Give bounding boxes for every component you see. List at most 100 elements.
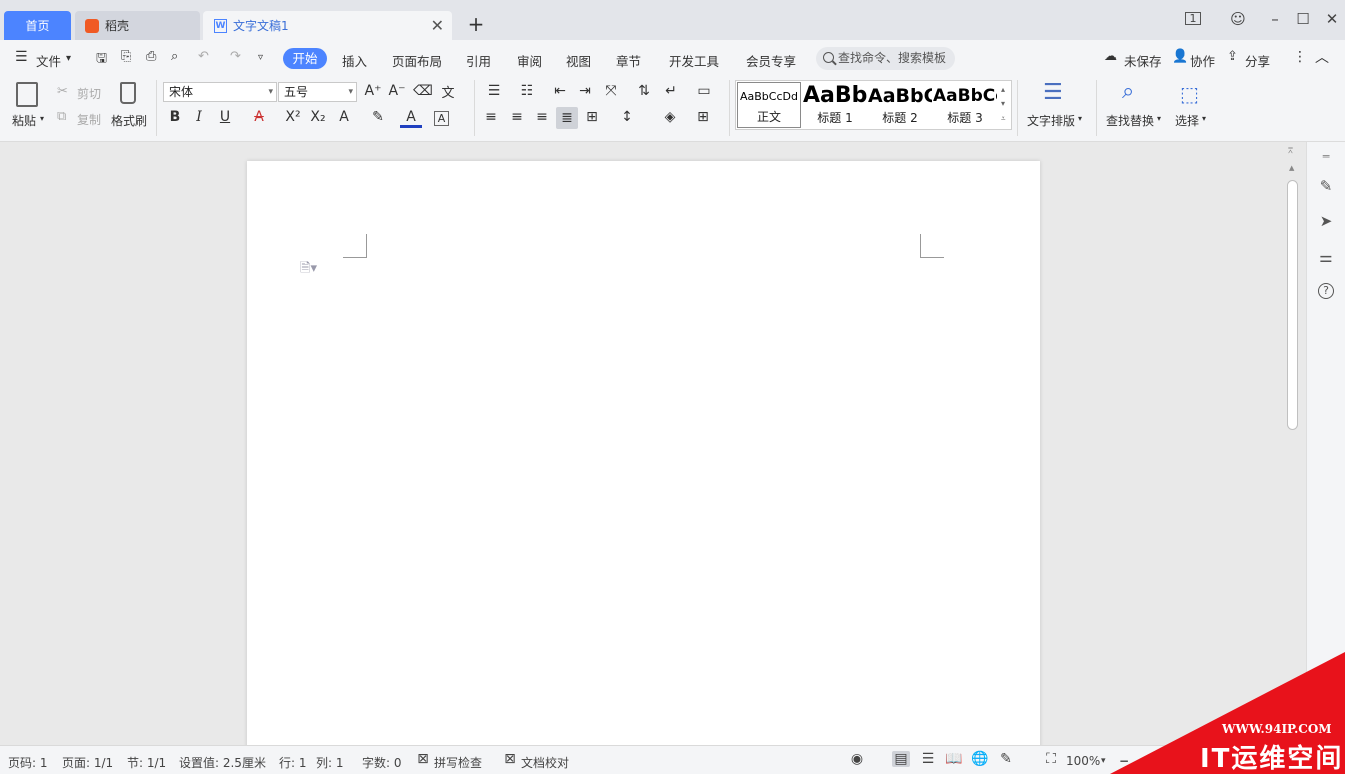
redo-icon[interactable]: ↷ bbox=[230, 49, 241, 64]
scroll-up-icon[interactable]: ▲ bbox=[1289, 164, 1294, 172]
unsaved-status[interactable]: 未保存 bbox=[1124, 51, 1162, 70]
superscript-icon[interactable]: X² bbox=[282, 109, 304, 125]
style-heading-3[interactable]: AaBbCc 标题 3 bbox=[933, 82, 997, 128]
file-menu[interactable]: 文件 bbox=[36, 51, 61, 70]
zoom-dropdown-icon[interactable]: ▾ bbox=[1101, 756, 1106, 766]
close-window-icon[interactable]: ✕ bbox=[1322, 10, 1342, 28]
character-border-icon[interactable]: A bbox=[434, 111, 449, 126]
menu-tab-page-layout[interactable]: 页面布局 bbox=[392, 51, 442, 70]
proofread-button[interactable]: 文档校对 bbox=[521, 754, 569, 771]
font-color-icon[interactable]: A bbox=[400, 109, 422, 128]
help-icon[interactable]: ? bbox=[1318, 283, 1334, 299]
maximize-icon[interactable]: ☐ bbox=[1293, 10, 1313, 28]
status-column[interactable]: 列: 1 bbox=[316, 754, 344, 771]
table-tools-icon[interactable]: ▭ bbox=[693, 83, 715, 99]
borders-icon[interactable]: ⊞ bbox=[692, 109, 714, 125]
menu-tab-review[interactable]: 审阅 bbox=[517, 51, 542, 70]
copy-button[interactable]: 复制 bbox=[77, 111, 101, 128]
sort-icon[interactable]: ⇅ bbox=[633, 83, 655, 99]
scrollbar-thumb[interactable] bbox=[1287, 180, 1298, 430]
strikethrough-icon[interactable]: A bbox=[248, 109, 270, 125]
style-normal[interactable]: AaBbCcDd 正文 bbox=[737, 82, 801, 128]
print-icon[interactable]: ⎙ bbox=[146, 49, 156, 64]
find-replace-dropdown-icon[interactable]: ▾ bbox=[1157, 114, 1161, 123]
text-layout-button[interactable]: 文字排版 bbox=[1027, 112, 1075, 129]
status-word-count[interactable]: 字数: 0 bbox=[362, 754, 402, 771]
menu-tab-developer[interactable]: 开发工具 bbox=[669, 51, 719, 70]
shading-icon[interactable]: ◈ bbox=[659, 109, 681, 125]
file-menu-chevron-icon[interactable]: ▾ bbox=[66, 53, 71, 64]
collapse-ribbon-icon[interactable]: ︿ bbox=[1315, 47, 1329, 67]
window-count-badge[interactable]: 1 bbox=[1185, 12, 1201, 25]
bullet-list-icon[interactable]: ☰ bbox=[483, 83, 505, 99]
tab-home[interactable]: 首页 bbox=[4, 11, 71, 40]
globe-icon[interactable]: 🌐 bbox=[971, 751, 989, 767]
status-section[interactable]: 节: 1/1 bbox=[127, 754, 166, 771]
distribute-icon[interactable]: ⊞ bbox=[581, 109, 603, 125]
tab-daoke[interactable]: 稻壳 bbox=[75, 11, 200, 40]
clear-format-icon[interactable]: ⌫ bbox=[412, 83, 434, 99]
select-button[interactable]: 选择 bbox=[1175, 112, 1199, 129]
font-name-select[interactable]: 宋体 bbox=[163, 82, 277, 102]
page-view-icon[interactable]: ▤ bbox=[892, 751, 910, 767]
paste-button[interactable]: 粘贴 bbox=[12, 112, 36, 129]
print-preview-icon[interactable]: ⌕ bbox=[171, 49, 178, 64]
align-left-icon[interactable]: ≡ bbox=[480, 109, 502, 125]
subscript-icon[interactable]: X₂ bbox=[307, 109, 329, 125]
style-heading-1[interactable]: AaBb 标题 1 bbox=[803, 82, 867, 128]
new-tab-button[interactable]: + bbox=[466, 12, 486, 36]
panel-handle-icon[interactable]: ═ bbox=[1315, 146, 1337, 168]
style-scroll-down-icon[interactable]: ▾ bbox=[1001, 99, 1005, 108]
paste-options-icon[interactable]: 🗎▾ bbox=[300, 259, 317, 281]
text-effect-icon[interactable]: A bbox=[333, 109, 355, 125]
status-setting-value[interactable]: 设置值: 2.5厘米 bbox=[179, 754, 266, 771]
numbered-list-icon[interactable]: ☷ bbox=[516, 83, 538, 99]
increase-indent-icon[interactable]: ⇥ bbox=[574, 83, 596, 99]
document-page[interactable]: 🗎▾ bbox=[247, 161, 1040, 745]
select-dropdown-icon[interactable]: ▾ bbox=[1202, 114, 1206, 123]
menu-tab-view[interactable]: 视图 bbox=[566, 51, 591, 70]
paste-dropdown-icon[interactable]: ▾ bbox=[40, 114, 44, 123]
select-cursor-icon[interactable]: ⬚ bbox=[1180, 82, 1199, 106]
minimize-icon[interactable]: – bbox=[1265, 10, 1285, 28]
font-size-select[interactable]: 五号 bbox=[278, 82, 357, 102]
grow-font-icon[interactable]: A⁺ bbox=[362, 83, 384, 99]
find-replace-button[interactable]: 查找替换 bbox=[1106, 112, 1154, 129]
highlight-icon[interactable]: ✎ bbox=[367, 109, 389, 125]
write-mode-icon[interactable]: ✎ bbox=[997, 751, 1015, 767]
sliders-icon[interactable]: ⚌ bbox=[1315, 246, 1337, 268]
close-tab-icon[interactable]: ✕ bbox=[431, 16, 444, 35]
spell-check-button[interactable]: 拼写检查 bbox=[434, 754, 482, 771]
text-layout-icon[interactable]: ☰ bbox=[1043, 80, 1063, 105]
menu-tab-member[interactable]: 会员专享 bbox=[746, 51, 796, 70]
format-icon[interactable]: ⎘ bbox=[121, 49, 131, 64]
scroll-top-icon[interactable]: ⩞ bbox=[1288, 146, 1293, 156]
status-row[interactable]: 行: 1 bbox=[279, 754, 307, 771]
decrease-indent-icon[interactable]: ⇤ bbox=[549, 83, 571, 99]
vertical-scrollbar[interactable]: ⩞ ▲ bbox=[1285, 146, 1300, 686]
menu-icon[interactable]: ☰ bbox=[15, 49, 28, 65]
eye-icon[interactable]: ◉ bbox=[848, 751, 866, 767]
menu-tab-insert[interactable]: 插入 bbox=[342, 51, 367, 70]
status-pages[interactable]: 页面: 1/1 bbox=[62, 754, 113, 771]
bold-icon[interactable]: B bbox=[164, 109, 186, 125]
menu-tab-start[interactable]: 开始 bbox=[283, 48, 327, 69]
undo-icon[interactable]: ↶ bbox=[198, 49, 209, 64]
align-right-icon[interactable]: ≡ bbox=[531, 109, 553, 125]
shrink-font-icon[interactable]: A⁻ bbox=[386, 83, 408, 99]
align-center-icon[interactable]: ≡ bbox=[506, 109, 528, 125]
paste-icon[interactable] bbox=[16, 82, 38, 107]
cursor-icon[interactable]: ➤ bbox=[1315, 210, 1337, 232]
italic-icon[interactable]: I bbox=[188, 109, 210, 125]
format-painter-button[interactable]: 格式刷 bbox=[111, 112, 147, 129]
command-search-box[interactable]: 查找命令、搜索模板 bbox=[816, 47, 955, 70]
format-painter-icon[interactable] bbox=[120, 82, 136, 104]
style-more-icon[interactable]: ⩡ bbox=[1001, 114, 1006, 124]
collaborate-button[interactable]: 协作 bbox=[1190, 51, 1215, 70]
quick-access-more-icon[interactable]: ▿ bbox=[258, 52, 263, 63]
status-page-number[interactable]: 页码: 1 bbox=[8, 754, 48, 771]
text-layout-dropdown-icon[interactable]: ▾ bbox=[1078, 114, 1082, 123]
share-button[interactable]: 分享 bbox=[1245, 51, 1270, 70]
phonetic-guide-icon[interactable]: 文 bbox=[437, 82, 459, 101]
pen-icon[interactable]: ✎ bbox=[1315, 175, 1337, 197]
